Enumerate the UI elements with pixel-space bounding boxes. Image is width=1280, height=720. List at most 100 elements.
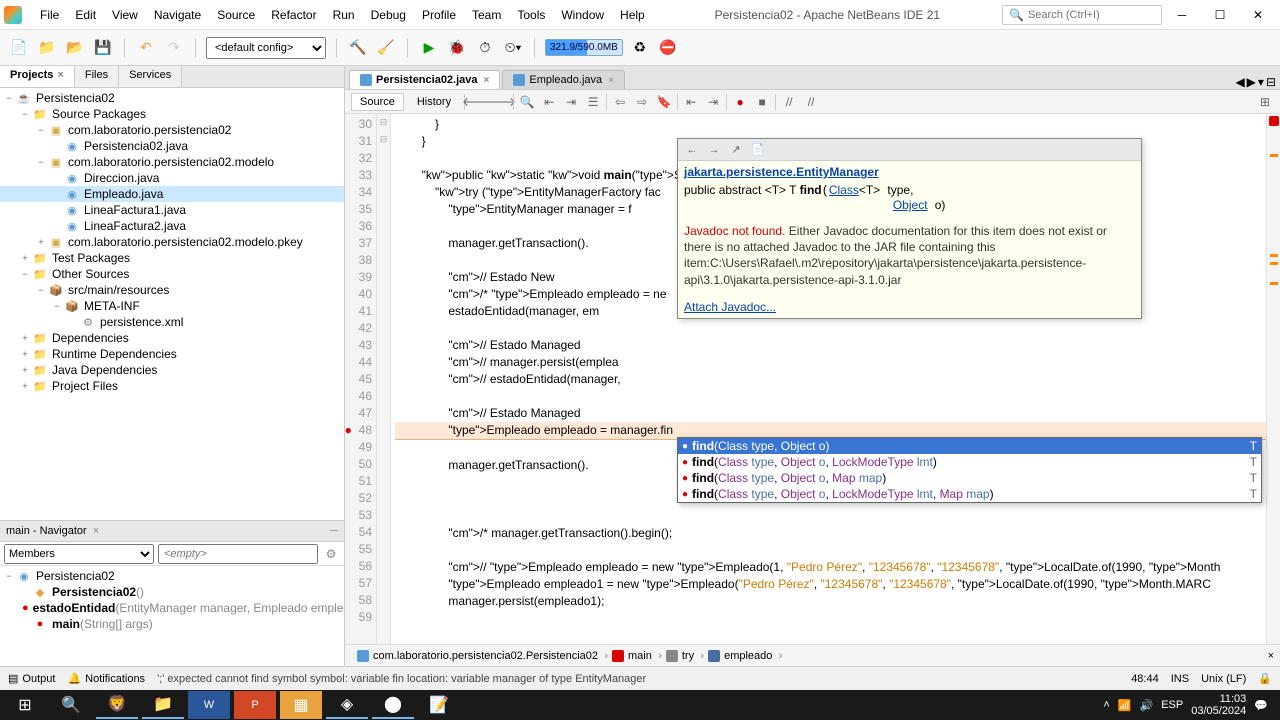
nav-item[interactable]: −◉Persistencia02 xyxy=(0,568,344,584)
uncomment-icon[interactable]: /​/ xyxy=(802,93,820,111)
javadoc-type-link[interactable]: Class xyxy=(829,183,859,197)
debug-button[interactable]: 🐞 xyxy=(446,37,468,59)
build-button[interactable]: 🔨 xyxy=(347,37,369,59)
navigator-min-icon[interactable]: ─ xyxy=(330,525,338,537)
powerpoint-icon[interactable]: P xyxy=(234,691,276,719)
brave-icon[interactable]: 🦁 xyxy=(96,691,138,719)
attach-javadoc-link[interactable]: Attach Javadoc... xyxy=(684,300,1135,314)
error-strip[interactable] xyxy=(1266,114,1280,644)
source-view-button[interactable]: Source xyxy=(351,93,404,111)
toggle-bookmark-icon[interactable]: 🔖 xyxy=(655,93,673,111)
highlight-icon[interactable]: ☰ xyxy=(584,93,602,111)
expand-icon[interactable]: + xyxy=(20,333,30,343)
project-tab-projects[interactable]: Projects× xyxy=(0,66,75,87)
completion-item[interactable]: ●find(Class type, Object o)T xyxy=(678,438,1261,454)
expand-icon[interactable]: + xyxy=(20,381,30,391)
find-next-icon[interactable]: ⇥ xyxy=(562,93,580,111)
menu-profile[interactable]: Profile xyxy=(414,4,464,26)
notepad-icon[interactable]: 📝 xyxy=(418,691,460,719)
expand-icon[interactable]: − xyxy=(4,93,14,103)
macro-rec-icon[interactable]: ● xyxy=(731,93,749,111)
minimize-button[interactable]: ─ xyxy=(1164,1,1200,29)
javadoc-class-link[interactable]: jakarta.persistence.EntityManager xyxy=(684,165,879,179)
save-all-button[interactable]: 💾 xyxy=(92,37,114,59)
menu-debug[interactable]: Debug xyxy=(363,4,414,26)
app-icon[interactable]: ▦ xyxy=(280,691,322,719)
expand-icon[interactable]: − xyxy=(20,109,30,119)
close-icon[interactable]: × xyxy=(608,75,614,86)
tray-chevron-icon[interactable]: ˄ xyxy=(1103,699,1109,711)
new-file-button[interactable]: 📄 xyxy=(8,37,30,59)
navigator-close-icon[interactable]: × xyxy=(93,525,99,537)
find-sel-icon[interactable]: 🔍 xyxy=(518,93,536,111)
completion-item[interactable]: ●find(Class type, Object o, LockModeType… xyxy=(678,454,1261,470)
menu-view[interactable]: View xyxy=(104,4,146,26)
tree-item[interactable]: +📁Java Dependencies xyxy=(0,362,344,378)
memory-indicator[interactable]: 321.9/590.0MB xyxy=(545,39,623,56)
tree-item[interactable]: −📦src/main/resources xyxy=(0,282,344,298)
warn-marker-icon[interactable] xyxy=(1270,254,1278,257)
prev-bookmark-icon[interactable]: ⇦ xyxy=(611,93,629,111)
new-project-button[interactable]: 📁 xyxy=(36,37,58,59)
project-tab-files[interactable]: Files xyxy=(75,66,119,87)
tree-item[interactable]: +📁Project Files xyxy=(0,378,344,394)
expand-icon[interactable]: − xyxy=(52,301,62,311)
menu-help[interactable]: Help xyxy=(612,4,653,26)
global-search[interactable]: 🔍 xyxy=(1002,5,1162,25)
lang-indicator[interactable]: ESP xyxy=(1161,699,1183,711)
expand-icon[interactable]: − xyxy=(36,157,46,167)
menu-run[interactable]: Run xyxy=(325,4,363,26)
code-completion-popup[interactable]: ●find(Class type, Object o)T●find(Class … xyxy=(677,437,1262,503)
tree-item[interactable]: ◉LineaFactura2.java xyxy=(0,218,344,234)
nav-item[interactable]: ◆Persistencia02() xyxy=(0,584,344,600)
completion-item[interactable]: ●find(Class type, Object o, Map map)T xyxy=(678,470,1261,486)
shift-left-icon[interactable]: ⇤ xyxy=(682,93,700,111)
explorer-icon[interactable]: 📁 xyxy=(142,691,184,719)
netbeans-taskbar-icon[interactable]: ◈ xyxy=(326,691,368,719)
run-button[interactable]: ▶ xyxy=(418,37,440,59)
tree-item[interactable]: ◉LineaFactura1.java xyxy=(0,202,344,218)
javadoc-ext-icon[interactable]: ↗ xyxy=(726,141,746,159)
obs-icon[interactable]: ⬤ xyxy=(372,691,414,719)
tree-item[interactable]: ⚙persistence.xml xyxy=(0,314,344,330)
tree-item[interactable]: ◉Persistencia02.java xyxy=(0,138,344,154)
next-bookmark-icon[interactable]: ⇨ xyxy=(633,93,651,111)
profile-dropdown[interactable]: ⏲▾ xyxy=(502,37,524,59)
output-button[interactable]: ▤Output xyxy=(8,672,55,685)
expand-icon[interactable]: + xyxy=(20,253,30,263)
close-icon[interactable]: × xyxy=(57,69,63,81)
error-marker-icon[interactable] xyxy=(1269,116,1279,126)
notifications-tray-icon[interactable]: 💬 xyxy=(1254,699,1268,712)
javadoc-back-icon[interactable]: ← xyxy=(682,141,702,159)
warn-marker-icon[interactable] xyxy=(1270,282,1278,285)
expand-icon[interactable]: − xyxy=(36,285,46,295)
search-input[interactable] xyxy=(1028,9,1155,21)
history-view-button[interactable]: History xyxy=(408,93,460,111)
tree-item[interactable]: −📁Source Packages xyxy=(0,106,344,122)
undo-button[interactable]: ↶ xyxy=(135,37,157,59)
javadoc-type-link[interactable]: Object xyxy=(893,198,928,212)
tree-item[interactable]: ◉Direccion.java xyxy=(0,170,344,186)
navigator-filter-input[interactable] xyxy=(158,544,318,564)
editor-tab[interactable]: Empleado.java× xyxy=(502,70,625,89)
tree-item[interactable]: +📁Runtime Dependencies xyxy=(0,346,344,362)
breadcrumb-item[interactable]: main xyxy=(606,648,660,664)
breadcrumb-item[interactable]: try xyxy=(660,648,702,664)
tree-item[interactable]: +▣com.laboratorio.persistencia02.modelo.… xyxy=(0,234,344,250)
comment-icon[interactable]: // xyxy=(780,93,798,111)
navigator-tree[interactable]: −◉Persistencia02◆Persistencia02()●estado… xyxy=(0,566,344,666)
menu-refactor[interactable]: Refactor xyxy=(263,4,324,26)
breadcrumb-item[interactable]: empleado xyxy=(702,648,780,664)
expand-icon[interactable]: + xyxy=(36,237,46,247)
tree-item[interactable]: −📦META-INF xyxy=(0,298,344,314)
line-gutter[interactable]: 3031323334353637383940414243444546474849… xyxy=(345,114,377,644)
find-prev-icon[interactable]: ⇤ xyxy=(540,93,558,111)
editor-tab[interactable]: Persistencia02.java× xyxy=(349,70,500,89)
project-tree[interactable]: −☕Persistencia02−📁Source Packages−▣com.l… xyxy=(0,88,344,520)
fold-gutter[interactable]: ⊟⊟ xyxy=(377,114,391,644)
menu-window[interactable]: Window xyxy=(553,4,612,26)
tree-item[interactable]: ◉Empleado.java xyxy=(0,186,344,202)
javadoc-src-icon[interactable]: 📄 xyxy=(748,141,768,159)
nav-item[interactable]: ●main(String[] args) xyxy=(0,616,344,632)
menu-team[interactable]: Team xyxy=(464,4,509,26)
